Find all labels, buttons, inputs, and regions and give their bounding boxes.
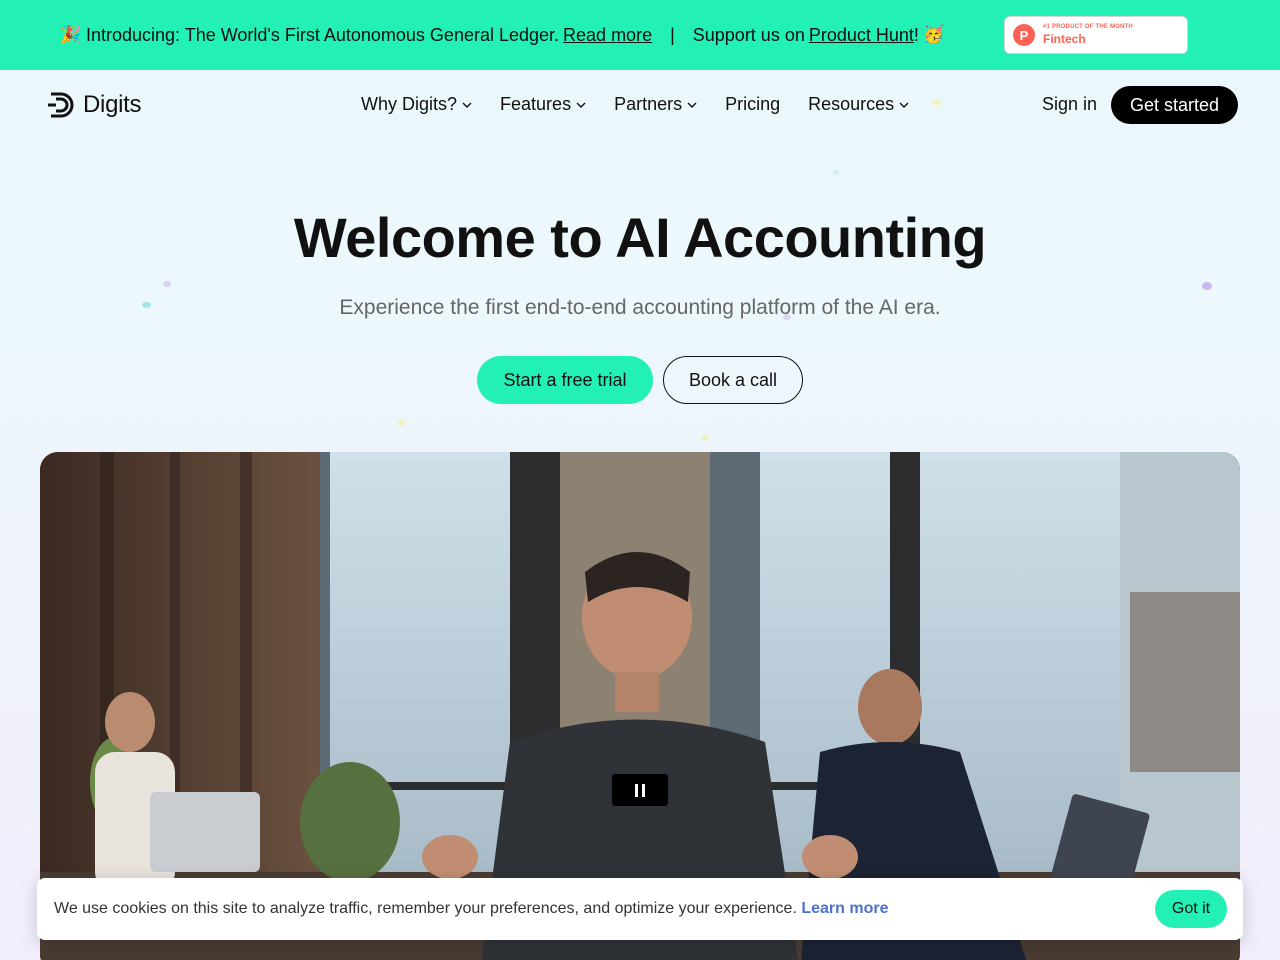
product-hunt-logo-icon: P xyxy=(1013,24,1035,46)
announcement-intro: Introducing: The World's First Autonomou… xyxy=(86,24,560,45)
pause-icon-bar xyxy=(642,783,645,797)
nav-label: Features xyxy=(500,94,572,114)
chevron-down-icon xyxy=(462,102,472,108)
confetti-dot xyxy=(933,100,941,105)
confetti-dot xyxy=(1202,282,1212,290)
pause-icon-bar xyxy=(635,783,638,797)
nav-features[interactable]: Features xyxy=(500,94,586,115)
pause-button[interactable] xyxy=(612,774,668,806)
confetti-dot xyxy=(163,281,171,287)
chevron-down-icon xyxy=(576,102,586,108)
product-hunt-link[interactable]: Product Hunt xyxy=(809,25,914,46)
party-popper-icon: 🎉 xyxy=(60,25,82,44)
hero-subtitle: Experience the first end-to-end accounti… xyxy=(339,296,941,319)
nav-partners[interactable]: Partners xyxy=(614,94,697,115)
confetti-dot xyxy=(701,435,708,440)
digits-logo[interactable]: Digits xyxy=(47,90,142,120)
hero-title: Welcome to AI Accounting xyxy=(293,206,987,269)
nav-label: Pricing xyxy=(725,94,781,114)
cookie-message: We use cookies on this site to analyze t… xyxy=(54,900,888,918)
cookie-banner: We use cookies on this site to analyze t… xyxy=(37,878,1243,940)
nav-label: Why Digits? xyxy=(361,94,458,114)
nav-label: Resources xyxy=(808,94,895,114)
got-it-button[interactable]: Got it xyxy=(1155,890,1227,928)
get-started-button[interactable]: Get started xyxy=(1111,86,1238,124)
chevron-down-icon xyxy=(687,102,697,108)
badge-category: Fintech xyxy=(1043,31,1086,46)
party-face-icon: 🥳 xyxy=(923,25,945,44)
badge-award-text: #1 PRODUCT OF THE MONTH xyxy=(1043,24,1133,31)
announcement-text: 🎉 Introducing: The World's First Autonom… xyxy=(60,24,945,46)
announcement-bar: 🎉 Introducing: The World's First Autonom… xyxy=(0,0,1280,70)
confetti-dot xyxy=(398,420,405,426)
nav-pricing[interactable]: Pricing xyxy=(725,94,780,115)
product-hunt-badge[interactable]: P #1 PRODUCT OF THE MONTH Fintech xyxy=(1004,16,1188,54)
main-nav: Why Digits? Features Partners Pricing Re… xyxy=(361,94,937,115)
logo-text: Digits xyxy=(83,91,142,118)
digits-logo-icon xyxy=(48,92,74,118)
learn-more-link[interactable]: Learn more xyxy=(801,900,888,917)
support-suffix: ! xyxy=(913,24,919,45)
nav-resources[interactable]: Resources xyxy=(808,94,909,115)
confetti-dot xyxy=(833,170,839,175)
announcement-separator: | xyxy=(670,24,675,45)
start-free-trial-button[interactable]: Start a free trial xyxy=(477,356,653,404)
chevron-down-icon xyxy=(899,102,909,108)
read-more-link[interactable]: Read more xyxy=(563,25,652,46)
nav-why-digits[interactable]: Why Digits? xyxy=(361,94,472,115)
nav-label: Partners xyxy=(614,94,683,114)
cookie-text: We use cookies on this site to analyze t… xyxy=(54,900,797,917)
support-prefix: Support us on xyxy=(692,24,805,45)
book-a-call-button[interactable]: Book a call xyxy=(663,356,803,404)
sign-in-link[interactable]: Sign in xyxy=(1042,94,1097,115)
